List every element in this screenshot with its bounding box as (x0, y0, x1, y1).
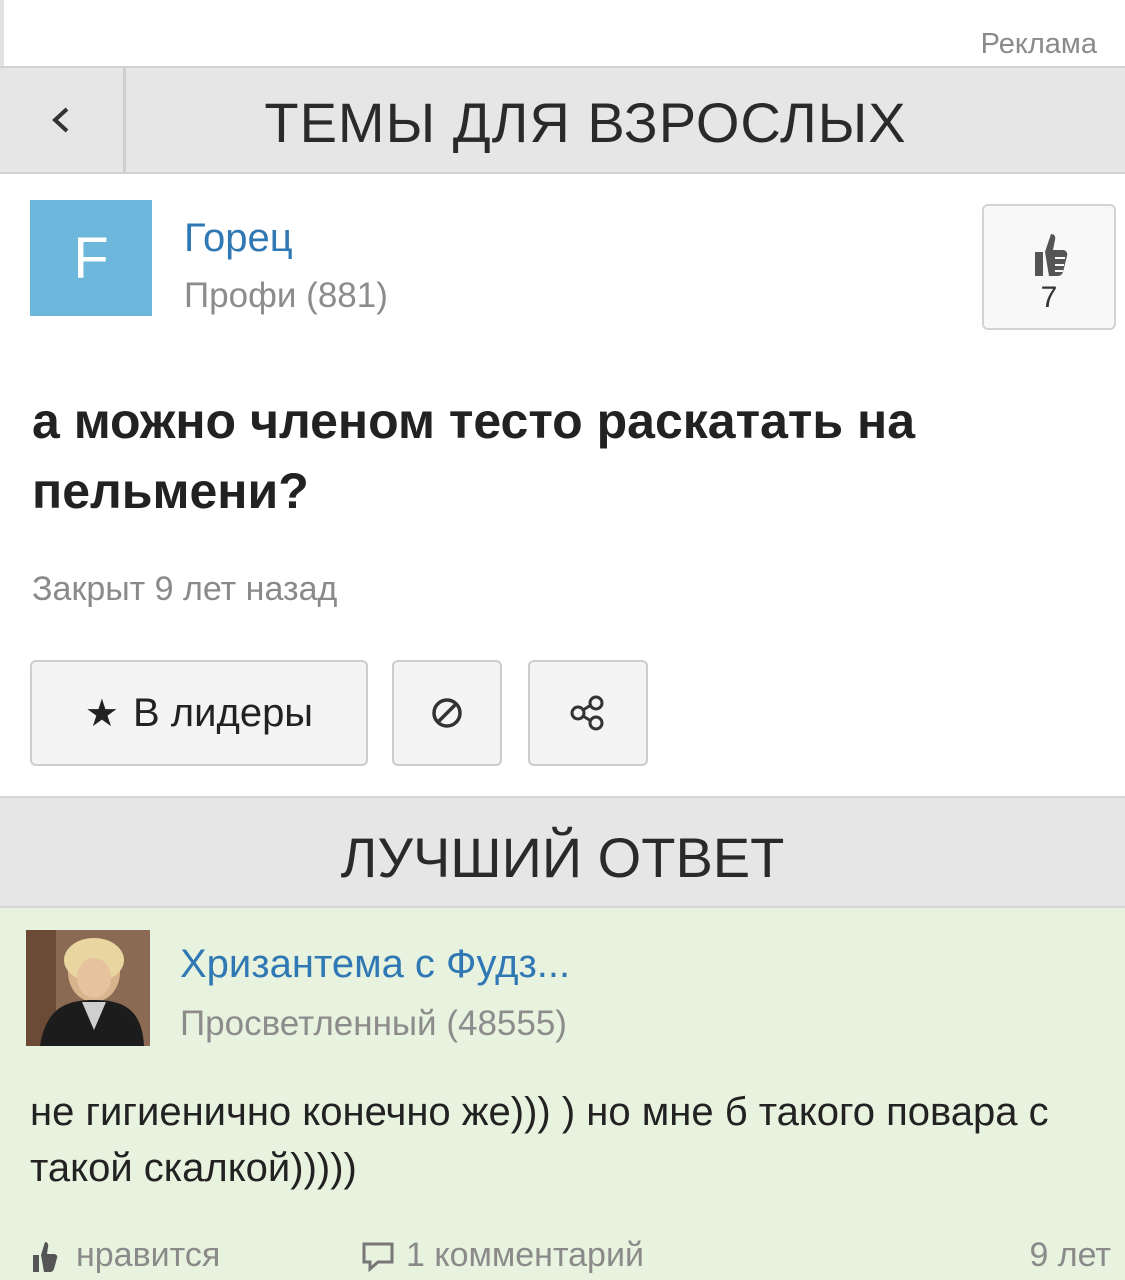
like-button[interactable]: 7 (982, 204, 1116, 330)
answer-text: не гигиенично конечно же))) ) но мне б т… (30, 1090, 1049, 1190)
back-button[interactable] (0, 68, 126, 172)
best-answer-card: Хризантема с Фудз... Просветленный (4855… (0, 908, 1125, 1280)
question-title: а можно членом тесто раскатать на пельме… (32, 393, 916, 519)
answer-like-label: нравится (76, 1236, 221, 1274)
to-leaders-button[interactable]: ★ В лидеры (30, 660, 368, 766)
chevron-left-icon (51, 107, 68, 133)
author-name-link[interactable]: Горец (184, 216, 293, 261)
answer-author-rank: Просветленный (48555) (180, 1004, 567, 1043)
share-button[interactable] (528, 660, 648, 766)
answer-author-avatar[interactable] (26, 930, 150, 1046)
answer-comments-label: 1 комментарий (406, 1236, 644, 1274)
block-icon (432, 698, 462, 728)
thumbs-up-icon (33, 1241, 58, 1272)
like-count: 7 (1040, 281, 1058, 314)
answer-time: 9 лет (1029, 1236, 1111, 1274)
ad-bar: Реклама (0, 0, 1125, 66)
author-avatar[interactable]: F (30, 200, 152, 316)
block-button[interactable] (392, 660, 502, 766)
star-icon: ★ (84, 692, 119, 735)
answer-author-name-link[interactable]: Хризантема с Фудз... (180, 942, 570, 987)
ad-label: Реклама (980, 28, 1097, 60)
comment-icon (362, 1242, 394, 1272)
answer-footer: нравится 1 комментарий 9 лет (0, 1228, 1125, 1280)
thumbs-up-icon (1035, 234, 1068, 276)
page-header: ТЕМЫ ДЛЯ ВЗРОСЛЫХ (0, 66, 1125, 174)
question-status: Закрыт 9 лет назад (32, 570, 338, 608)
answer-comments-link[interactable]: 1 комментарий (360, 1236, 644, 1275)
author-rank: Профи (881) (184, 276, 388, 315)
page-title: ТЕМЫ ДЛЯ ВЗРОСЛЫХ (264, 91, 907, 154)
best-answer-header: ЛУЧШИЙ ОТВЕТ (0, 796, 1125, 908)
user-photo-icon (26, 930, 150, 1046)
question-card: F Горец Профи (881) 7 а можно членом тес… (0, 174, 1125, 796)
to-leaders-label: В лидеры (133, 690, 314, 735)
answer-like-button[interactable]: нравится (30, 1236, 220, 1275)
share-icon (570, 695, 604, 731)
